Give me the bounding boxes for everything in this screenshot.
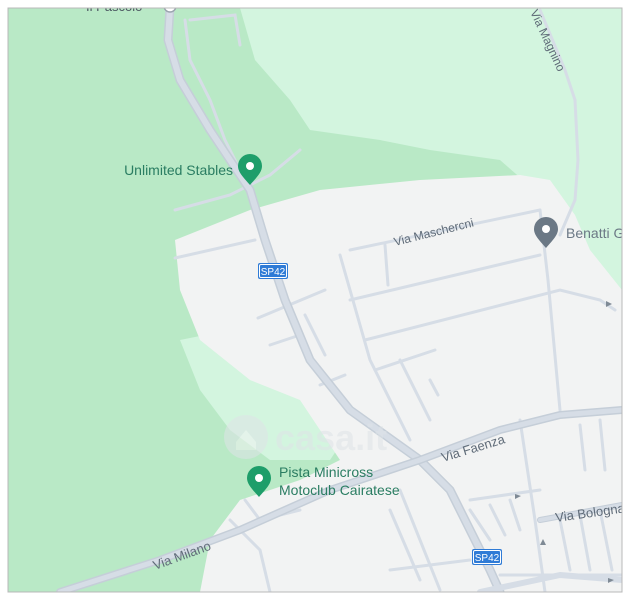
route-shield-sp42-north: SP42	[258, 263, 288, 279]
poi-label: Benatti G	[566, 225, 624, 241]
watermark: casa.it	[224, 415, 387, 459]
poi-label-line-2: Motoclub Cairatese	[279, 482, 400, 498]
poi-label: Unlimited Stables	[124, 162, 233, 178]
route-shield-sp42-south: SP42	[472, 549, 502, 565]
map-view[interactable]: casa.it Via Maschercni Via Faenza Via Mi…	[0, 0, 630, 600]
poi-label-line-1: Pista Minicross	[279, 464, 373, 480]
route-shield-label: SP42	[475, 553, 500, 564]
watermark-text: casa.it	[275, 417, 387, 458]
route-shield-label: SP42	[261, 267, 286, 278]
map-canvas[interactable]: casa.it Via Maschercni Via Faenza Via Mi…	[0, 0, 630, 600]
